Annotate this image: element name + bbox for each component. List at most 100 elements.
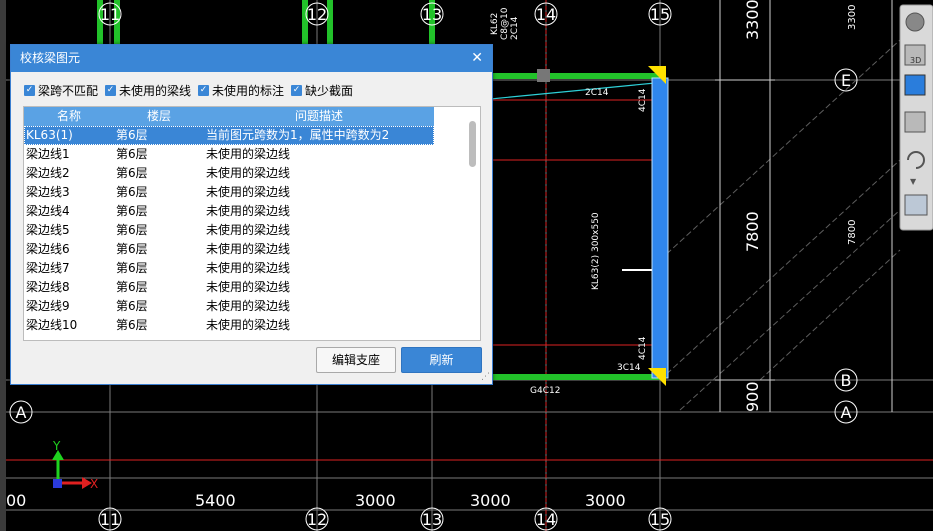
check-unused-annotation[interactable]: ✓ 未使用的标注 bbox=[198, 82, 284, 99]
dim-bottom: 3000 bbox=[355, 491, 396, 510]
vertical-scrollbar[interactable] bbox=[469, 121, 476, 167]
table-row[interactable]: 梁边线7 第6层 未使用的梁边线 bbox=[24, 259, 434, 278]
table-row[interactable]: 梁边线8 第6层 未使用的梁边线 bbox=[24, 278, 434, 297]
cell-desc: 未使用的梁边线 bbox=[206, 147, 291, 161]
cell-name: 梁边线4 bbox=[26, 204, 70, 218]
table-header: 名称 楼层 问题描述 bbox=[24, 107, 434, 126]
axis-top-13: 13 bbox=[422, 5, 442, 24]
coord-y-label: Y bbox=[52, 439, 61, 453]
beam-label-small: G4C12 bbox=[530, 386, 560, 396]
table-row[interactable]: KL63(1) 第6层 当前图元跨数为1，属性中跨数为2 bbox=[24, 126, 434, 145]
cell-desc: 当前图元跨数为1，属性中跨数为2 bbox=[206, 128, 390, 142]
cell-desc: 未使用的梁边线 bbox=[206, 223, 291, 237]
checkbox-icon[interactable]: ✓ bbox=[24, 85, 35, 96]
cell-desc: 未使用的梁边线 bbox=[206, 185, 291, 199]
cell-floor: 第6层 bbox=[116, 261, 148, 275]
checkbox-icon[interactable]: ✓ bbox=[198, 85, 210, 96]
check-unused-beam-line[interactable]: ✓ 未使用的梁线 bbox=[105, 82, 191, 99]
table-row[interactable]: 梁边线5 第6层 未使用的梁边线 bbox=[24, 221, 434, 240]
resize-grip-icon[interactable]: ⋰ bbox=[481, 372, 490, 382]
check-span-mismatch[interactable]: ✓ 梁跨不匹配 bbox=[24, 82, 98, 99]
table-row[interactable]: 梁边线1 第6层 未使用的梁边线 bbox=[24, 145, 434, 164]
table-row[interactable]: 梁边线6 第6层 未使用的梁边线 bbox=[24, 240, 434, 259]
beam-label-small: 2C14 bbox=[585, 88, 609, 98]
refresh-button[interactable]: 刷新 bbox=[401, 347, 482, 373]
cell-name: 梁边线5 bbox=[26, 223, 70, 237]
beam-label-small: 3C14 bbox=[617, 363, 641, 373]
cell-name: 梁边线10 bbox=[26, 318, 78, 332]
top-label: KL62 bbox=[490, 13, 500, 35]
axis-bottom-12: 12 bbox=[307, 510, 327, 529]
dim-bottom: 5400 bbox=[195, 491, 236, 510]
issue-table: 名称 楼层 问题描述 KL63(1) 第6层 当前图元跨数为1，属性中跨数为2 梁边线… bbox=[23, 106, 481, 341]
checkbox-icon[interactable]: ✓ bbox=[291, 85, 303, 96]
box-view-icon bbox=[904, 111, 926, 133]
cell-floor: 第6层 bbox=[116, 318, 148, 332]
axis-bottom-15: 15 bbox=[650, 510, 670, 529]
cell-name: 梁边线6 bbox=[26, 242, 70, 256]
table-row[interactable]: 梁边线3 第6层 未使用的梁边线 bbox=[24, 183, 434, 202]
column-floor[interactable]: 楼层 bbox=[114, 107, 204, 126]
close-icon[interactable]: ✕ bbox=[471, 45, 483, 72]
beam-label-small: 4C14 bbox=[638, 88, 648, 112]
dialog-title-bar[interactable]: 校核梁图元 ✕ bbox=[11, 45, 492, 72]
cell-desc: 未使用的梁边线 bbox=[206, 280, 291, 294]
dim-bottom: 3000 bbox=[470, 491, 511, 510]
check-missing-section[interactable]: ✓ 缺少截面 bbox=[291, 82, 353, 99]
dim-right: 3300 bbox=[743, 0, 762, 40]
top-label: 2C14 bbox=[510, 16, 520, 40]
more-icon: ▼ bbox=[910, 177, 917, 186]
axis-right-E: E bbox=[841, 71, 851, 90]
dim-right-small: 7800 bbox=[847, 220, 858, 245]
axis-top-12: 12 bbox=[307, 5, 327, 24]
cell-name: 梁边线7 bbox=[26, 261, 70, 275]
cell-name: KL63(1) bbox=[26, 128, 73, 142]
cell-name: 梁边线2 bbox=[26, 166, 70, 180]
axis-bottom-14: 14 bbox=[536, 510, 556, 529]
dim-bottom: 00 bbox=[6, 491, 26, 510]
axis-right-B: B bbox=[841, 371, 852, 390]
axis-bottom-13: 13 bbox=[422, 510, 442, 529]
cell-floor: 第6层 bbox=[116, 147, 148, 161]
cell-desc: 未使用的梁边线 bbox=[206, 261, 291, 275]
cell-name: 梁边线9 bbox=[26, 299, 70, 313]
cell-floor: 第6层 bbox=[116, 280, 148, 294]
cell-floor: 第6层 bbox=[116, 128, 148, 142]
table-row[interactable]: 梁边线2 第6层 未使用的梁边线 bbox=[24, 164, 434, 183]
axis-top-14: 14 bbox=[536, 5, 556, 24]
axis-left-A: A bbox=[16, 403, 27, 422]
cell-floor: 第6层 bbox=[116, 185, 148, 199]
top-label: C8@10 bbox=[500, 7, 510, 40]
cell-name: 梁边线1 bbox=[26, 147, 70, 161]
cell-desc: 未使用的梁边线 bbox=[206, 318, 291, 332]
layers-icon bbox=[904, 194, 928, 216]
sphere-view-icon bbox=[905, 12, 925, 32]
svg-text:3D: 3D bbox=[910, 56, 921, 65]
dim-right: 7800 bbox=[743, 211, 762, 252]
column-description[interactable]: 问题描述 bbox=[204, 107, 434, 126]
checkbox-icon[interactable]: ✓ bbox=[105, 85, 117, 96]
column-name[interactable]: 名称 bbox=[24, 107, 114, 126]
coord-x-label: X bbox=[90, 477, 98, 491]
edit-support-button[interactable]: 编辑支座 bbox=[316, 347, 396, 373]
axis-right-A: A bbox=[841, 403, 852, 422]
cell-floor: 第6层 bbox=[116, 166, 148, 180]
beam-label-main: KL63(2) 300x550 bbox=[591, 212, 601, 290]
coord-indicator: Y X bbox=[52, 439, 98, 491]
dim-right-small: 3300 bbox=[847, 5, 858, 30]
dim-right: 900 bbox=[743, 381, 762, 412]
cell-floor: 第6层 bbox=[116, 242, 148, 256]
cell-floor: 第6层 bbox=[116, 299, 148, 313]
axis-top-15: 15 bbox=[650, 5, 670, 24]
table-row[interactable]: 梁边线4 第6层 未使用的梁边线 bbox=[24, 202, 434, 221]
dialog-title: 校核梁图元 bbox=[20, 51, 81, 65]
cell-desc: 未使用的梁边线 bbox=[206, 242, 291, 256]
cell-name: 梁边线3 bbox=[26, 185, 70, 199]
table-row[interactable]: 梁边线10 第6层 未使用的梁边线 bbox=[24, 316, 434, 335]
axis-top-11: 11 bbox=[100, 5, 120, 24]
table-body: KL63(1) 第6层 当前图元跨数为1，属性中跨数为2 梁边线1 第6层 未使用的梁边线… bbox=[24, 126, 480, 335]
cell-name: 梁边线8 bbox=[26, 280, 70, 294]
table-row[interactable]: 梁边线9 第6层 未使用的梁边线 bbox=[24, 297, 434, 316]
cell-desc: 未使用的梁边线 bbox=[206, 204, 291, 218]
dim-bottom: 3000 bbox=[585, 491, 626, 510]
